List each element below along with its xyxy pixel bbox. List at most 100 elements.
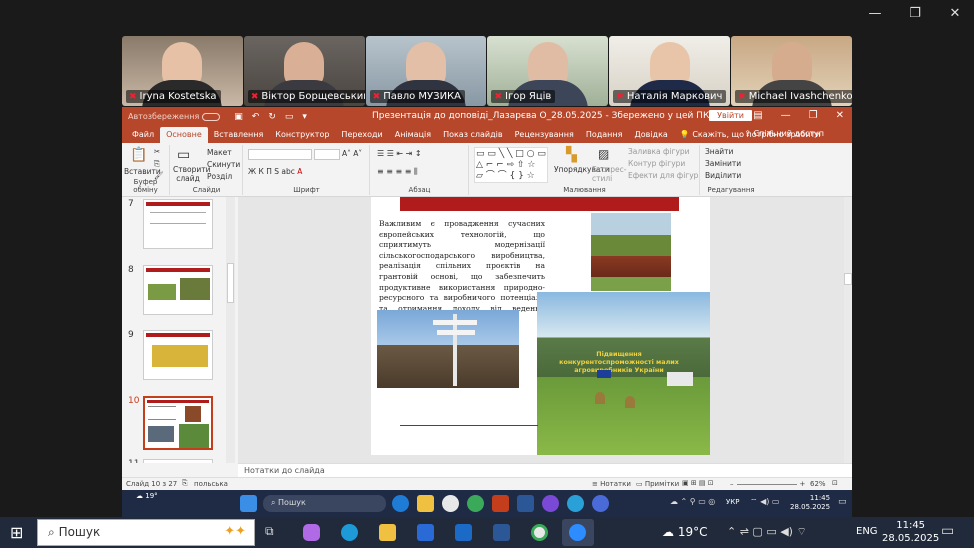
slide-thumbnail[interactable] [143,199,213,249]
tab-transitions[interactable]: Переходи [335,127,388,143]
save-icon[interactable]: ▣ [234,112,243,122]
slide-thumbnail[interactable] [143,265,213,315]
underline-button[interactable]: П [266,167,272,176]
participant-tile[interactable]: ✖ Віктор Борщевський [243,36,365,106]
thumbnail-scrollbar[interactable] [226,197,235,463]
word-icon[interactable] [493,524,510,541]
minimize-icon[interactable]: — [781,110,791,121]
bold-button[interactable]: Ж [248,167,256,176]
tab-review[interactable]: Рецензування [509,127,580,143]
network-sound-icons[interactable]: ⌔ ◀) ▭ [750,497,779,507]
telegram-icon[interactable] [567,495,584,512]
shape-outline-button[interactable]: Контур фігури [628,159,685,168]
zoom-slider[interactable]: – + [730,480,805,488]
clock[interactable]: 11:45 28.05.2025 [882,519,939,545]
weather-widget[interactable]: ☁ 19°C [662,525,707,539]
edge-icon[interactable] [341,524,358,541]
task-view-icon[interactable]: ⧉ [265,524,274,539]
font-name-field[interactable] [248,149,312,160]
edge-icon[interactable] [392,495,409,512]
windows-start-icon[interactable] [240,495,257,512]
tab-slideshow[interactable]: Показ слайдів [437,127,509,143]
undo-icon[interactable]: ↶ [252,112,260,122]
chrome-profile-icon[interactable] [467,495,484,512]
outlook-icon[interactable] [455,524,472,541]
file-explorer-icon[interactable] [417,495,434,512]
autosave-toggle[interactable]: Автозбереження [128,112,221,121]
file-explorer-icon[interactable] [379,524,396,541]
zoom-icon[interactable] [592,495,609,512]
store-icon[interactable] [417,524,434,541]
powerpoint-icon[interactable] [492,495,509,512]
font-size-field[interactable] [314,149,340,160]
search-box[interactable]: ⌕ Пошук ✦✦ [37,519,255,546]
signin-button[interactable]: Увійти [709,110,752,121]
chrome-icon[interactable] [531,524,548,541]
restore-button[interactable]: ❐ [908,6,922,21]
bullets-icon[interactable]: ☰ ☰ ⇤ ⇥ ↕ [377,149,422,158]
tab-insert[interactable]: Вставлення [208,127,269,143]
participant-tile[interactable]: ✖ Павло МУЗИКА [365,36,487,106]
spellcheck-icon[interactable]: ⎘ [182,479,188,488]
notes-toggle[interactable]: ≡ Нотатки [592,480,631,488]
notes-pane[interactable]: Нотатки до слайда [238,463,852,477]
shapes-gallery[interactable]: ▭ ▭ ╲ ╲ □ ○ ▭ △ ⌐ ⌐ ⇨ ⇧ ☆ ▱ ⌒ ⌒ { } ☆ [474,147,548,183]
clock[interactable]: 11:45 28.05.2025 [790,494,830,512]
quick-styles-icon[interactable]: ▨ [598,147,609,161]
input-language[interactable]: УКР [726,498,739,506]
shape-effects-button[interactable]: Ефекти для фігур [628,171,698,180]
align-icons[interactable]: ≡ ≡ ≡ ≡ ⫼ [377,167,418,177]
copilot-icon[interactable] [303,524,320,541]
tab-design[interactable]: Конструктор [269,127,335,143]
tab-file[interactable]: Файл [126,127,160,143]
share-button[interactable]: ⇪ Спільний доступ [744,129,824,138]
tab-home[interactable]: Основне [160,127,208,143]
slide-thumbnail[interactable] [143,330,213,380]
cut-icon[interactable]: ✂ [154,147,160,156]
ribbon-display-icon[interactable]: ▤ [753,110,762,121]
close-button[interactable]: ✕ [948,6,962,21]
customize-icon[interactable]: ▾ [302,112,307,122]
shadow-button[interactable]: S [274,167,279,176]
quick-styles-button[interactable]: Експрес-стилі [592,165,627,183]
shape-fill-button[interactable]: Заливка фігури [628,147,690,156]
notification-icon[interactable]: ▭ [838,497,847,507]
input-language[interactable]: ENG [856,526,878,537]
italic-button[interactable]: К [258,167,263,176]
copy-icon[interactable]: ⎘ [154,159,160,169]
strikethrough-button[interactable]: abc [281,167,294,176]
participant-tile[interactable]: ✖ Наталія Маркович [609,36,731,106]
new-slide-button[interactable]: Створити слайд [173,165,211,183]
viber-icon[interactable] [542,495,559,512]
zoom-app-active[interactable] [562,519,594,546]
select-button[interactable]: Виділити [705,171,741,180]
slide-scrollbar[interactable] [844,197,852,463]
view-buttons[interactable]: ▣ ⊞ ▤ ⊡ [682,479,714,487]
font-color-icon[interactable]: A [297,167,302,176]
word-icon[interactable] [517,495,534,512]
participant-tile[interactable]: ✖ Ігор Яців [487,36,609,106]
language-indicator[interactable]: польська [194,480,228,488]
slide-thumbnail-selected[interactable] [143,396,213,450]
tray-icons[interactable]: ☁ ⌃ ⚲ ▭ ◎ [670,497,715,506]
weather-widget[interactable]: ☁ 19° [136,492,158,500]
zoom-level[interactable]: 62% [810,480,826,488]
find-button[interactable]: Знайти [705,147,733,156]
notification-icon[interactable]: ▭ [941,523,954,539]
search-box[interactable]: ⌕ Пошук [263,495,386,512]
slide-thumbnail[interactable] [143,459,213,463]
reset-button[interactable]: Скинути [207,160,240,169]
windows-start-icon[interactable]: ⊞ [10,523,23,542]
slideshow-icon[interactable]: ▭ [285,112,294,122]
minimize-button[interactable]: — [868,6,882,21]
grow-font-icon[interactable]: A˄ A˅ [342,149,362,158]
tab-view[interactable]: Подання [580,127,629,143]
replace-button[interactable]: Замінити [705,159,741,168]
arrange-icon[interactable]: ▚ [566,147,577,163]
layout-button[interactable]: Макет [207,148,232,157]
tray-icons[interactable]: ⌃ ⇌ ▢ ▭ ◀) ⌔ [727,525,807,539]
tab-help[interactable]: Довідка [628,127,673,143]
current-slide[interactable]: Важливим є провадження сучасних європейс… [371,197,710,455]
tab-animations[interactable]: Анімація [389,127,437,143]
chrome-icon[interactable] [442,495,459,512]
